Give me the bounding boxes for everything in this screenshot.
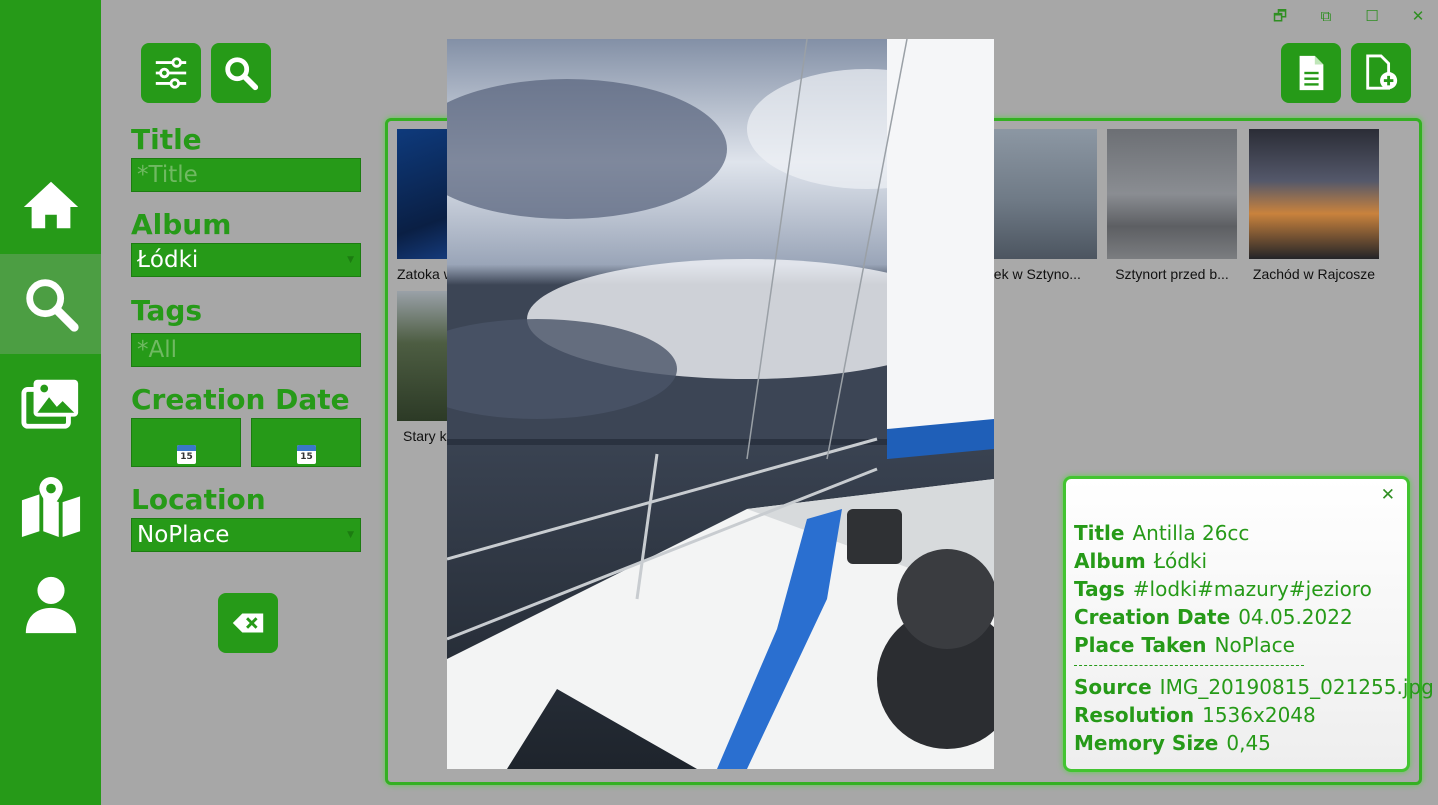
title-label: Title (131, 123, 202, 156)
chevron-down-icon: ▼ (347, 530, 354, 540)
document-icon (1299, 55, 1324, 91)
info-divider (1074, 665, 1304, 666)
info-source-label: Source (1074, 675, 1152, 699)
photo-info-panel: ✕ Title Antilla 26cc Album Łódki Tags #lodk… (1063, 476, 1434, 772)
thumbnail-image[interactable] (1249, 129, 1379, 259)
map-icon (21, 476, 80, 537)
info-title: Title Antilla 26cc (1074, 521, 1249, 545)
photo-preview[interactable] (447, 39, 994, 769)
calendar-icon: 15 (177, 445, 196, 464)
info-memory-label: Memory Size (1074, 731, 1219, 755)
thumbnail-image[interactable] (1107, 129, 1237, 259)
nav-home[interactable] (0, 155, 101, 255)
nav-gallery[interactable] (0, 353, 101, 453)
info-tags-value: #lodki#mazury#jezioro (1132, 577, 1372, 601)
info-resolution-value: 1536x2048 (1202, 703, 1316, 727)
info-album: Album Łódki (1074, 549, 1207, 573)
info-place-value: NoPlace (1214, 633, 1295, 657)
info-tags-label: Tags (1074, 577, 1125, 601)
info-place: Place Taken NoPlace (1074, 633, 1295, 657)
info-place-label: Place Taken (1074, 633, 1207, 657)
title-input[interactable]: *Title (131, 158, 361, 192)
album-label: Album (131, 208, 232, 241)
close-icon[interactable]: ✕ (1381, 485, 1395, 505)
sidebar-nav (0, 0, 101, 805)
sliders-icon (155, 57, 187, 89)
restore-button[interactable]: ⧉ (1313, 4, 1339, 28)
info-source-value: IMG_20190815_021255.jpg (1159, 675, 1434, 699)
add-file-button[interactable] (1351, 43, 1411, 103)
clear-filters-button[interactable] (218, 593, 278, 653)
info-title-label: Title (1074, 521, 1125, 545)
info-date-value: 04.05.2022 (1238, 605, 1353, 629)
info-album-value: Łódki (1153, 549, 1208, 573)
thumbnail-caption: Sztynort przed b... (1115, 266, 1229, 282)
close-window-button[interactable]: ✕ (1405, 4, 1431, 28)
location-value: NoPlace (137, 522, 230, 548)
thumbnail-caption: Zachód w Rajcosze (1252, 266, 1376, 282)
add-file-icon (1366, 54, 1398, 90)
info-memory-size: Memory Size 0,45 (1074, 731, 1271, 755)
tags-label: Tags (131, 294, 203, 327)
search-button[interactable] (211, 43, 271, 103)
info-source: Source IMG_20190815_021255.jpg (1074, 675, 1434, 699)
chevron-down-icon: ▼ (347, 255, 354, 265)
info-tags: Tags #lodki#mazury#jezioro (1074, 577, 1372, 601)
album-value: Łódki (137, 247, 199, 273)
info-title-value: Antilla 26cc (1132, 521, 1250, 545)
search-icon (25, 279, 79, 332)
maximize-button[interactable]: ☐ (1359, 4, 1385, 28)
gallery-icon (20, 379, 78, 429)
minimize-button[interactable]: 🗗 (1267, 4, 1293, 28)
date-to-picker[interactable]: 15 (251, 418, 361, 467)
home-icon (23, 181, 78, 229)
search-icon (225, 57, 259, 91)
creation-date-label: Creation Date (131, 383, 350, 416)
tags-input[interactable]: *All (131, 333, 361, 367)
sailboat-photo (447, 39, 994, 769)
info-resolution: Resolution 1536x2048 (1074, 703, 1316, 727)
filters-toggle-button[interactable] (141, 43, 201, 103)
nav-search[interactable] (0, 254, 101, 354)
info-memory-value: 0,45 (1226, 731, 1271, 755)
backspace-icon (232, 613, 264, 633)
info-resolution-label: Resolution (1074, 703, 1195, 727)
info-creation-date: Creation Date 04.05.2022 (1074, 605, 1353, 629)
calendar-icon: 15 (297, 445, 316, 464)
user-icon (25, 576, 76, 634)
document-button[interactable] (1281, 43, 1341, 103)
nav-map[interactable] (0, 456, 101, 556)
nav-user[interactable] (0, 554, 101, 654)
info-album-label: Album (1074, 549, 1146, 573)
date-from-picker[interactable]: 15 (131, 418, 241, 467)
album-select[interactable]: Łódki ▼ (131, 243, 361, 277)
location-select[interactable]: NoPlace ▼ (131, 518, 361, 552)
info-date-label: Creation Date (1074, 605, 1231, 629)
location-label: Location (131, 483, 266, 516)
